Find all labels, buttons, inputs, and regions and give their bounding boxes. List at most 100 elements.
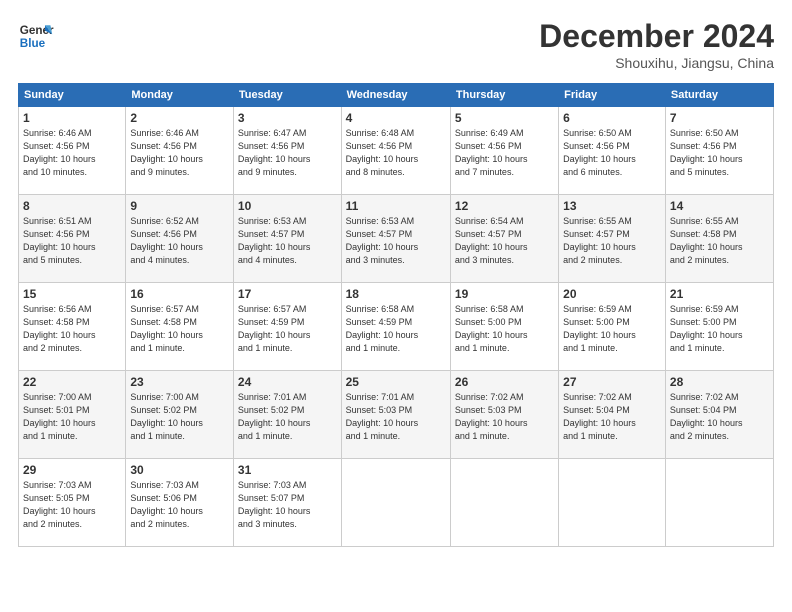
day-number: 30	[130, 463, 229, 477]
cell-w2-d3: 10 Sunrise: 6:53 AM Sunset: 4:57 PM Dayli…	[233, 195, 341, 283]
day-info: Sunrise: 6:54 AM Sunset: 4:57 PM Dayligh…	[455, 215, 554, 267]
calendar-body: 1 Sunrise: 6:46 AM Sunset: 4:56 PM Daylig…	[19, 107, 774, 547]
day-info: Sunrise: 6:53 AM Sunset: 4:57 PM Dayligh…	[346, 215, 446, 267]
day-number: 18	[346, 287, 446, 301]
day-info: Sunrise: 6:51 AM Sunset: 4:56 PM Dayligh…	[23, 215, 121, 267]
day-number: 23	[130, 375, 229, 389]
cell-w4-d6: 27 Sunrise: 7:02 AM Sunset: 5:04 PM Dayli…	[559, 371, 666, 459]
cell-w3-d4: 18 Sunrise: 6:58 AM Sunset: 4:59 PM Dayli…	[341, 283, 450, 371]
day-info: Sunrise: 6:59 AM Sunset: 5:00 PM Dayligh…	[563, 303, 661, 355]
month-title: December 2024	[539, 18, 774, 55]
day-number: 17	[238, 287, 337, 301]
day-info: Sunrise: 7:00 AM Sunset: 5:02 PM Dayligh…	[130, 391, 229, 443]
day-number: 19	[455, 287, 554, 301]
week-row-1: 1 Sunrise: 6:46 AM Sunset: 4:56 PM Daylig…	[19, 107, 774, 195]
cell-w2-d4: 11 Sunrise: 6:53 AM Sunset: 4:57 PM Dayli…	[341, 195, 450, 283]
cell-w5-d7	[665, 459, 773, 547]
day-info: Sunrise: 7:03 AM Sunset: 5:06 PM Dayligh…	[130, 479, 229, 531]
cell-w5-d5	[450, 459, 558, 547]
cell-w1-d1: 1 Sunrise: 6:46 AM Sunset: 4:56 PM Daylig…	[19, 107, 126, 195]
cell-w1-d3: 3 Sunrise: 6:47 AM Sunset: 4:56 PM Daylig…	[233, 107, 341, 195]
day-number: 29	[23, 463, 121, 477]
day-info: Sunrise: 6:59 AM Sunset: 5:00 PM Dayligh…	[670, 303, 769, 355]
day-info: Sunrise: 7:02 AM Sunset: 5:04 PM Dayligh…	[670, 391, 769, 443]
day-info: Sunrise: 6:58 AM Sunset: 5:00 PM Dayligh…	[455, 303, 554, 355]
day-number: 11	[346, 199, 446, 213]
logo-icon: General Blue	[18, 18, 54, 54]
week-row-3: 15Sunrise: 6:56 AM Sunset: 4:58 PM Dayli…	[19, 283, 774, 371]
day-number: 2	[130, 111, 229, 125]
header-sunday: Sunday	[19, 84, 126, 107]
day-number: 26	[455, 375, 554, 389]
day-info: Sunrise: 6:57 AM Sunset: 4:58 PM Dayligh…	[130, 303, 229, 355]
cell-w5-d1: 29 Sunrise: 7:03 AM Sunset: 5:05 PM Dayli…	[19, 459, 126, 547]
day-info: Sunrise: 6:49 AM Sunset: 4:56 PM Dayligh…	[455, 127, 554, 179]
day-info: Sunrise: 6:50 AM Sunset: 4:56 PM Dayligh…	[563, 127, 661, 179]
day-number: 8	[23, 199, 121, 213]
day-number: 25	[346, 375, 446, 389]
day-info: Sunrise: 6:58 AM Sunset: 4:59 PM Dayligh…	[346, 303, 446, 355]
day-number: 14	[670, 199, 769, 213]
cell-w3-d2: 16 Sunrise: 6:57 AM Sunset: 4:58 PM Dayli…	[126, 283, 234, 371]
day-info: Sunrise: 6:53 AM Sunset: 4:57 PM Dayligh…	[238, 215, 337, 267]
day-info: Sunrise: 6:50 AM Sunset: 4:56 PM Dayligh…	[670, 127, 769, 179]
week-row-4: 22Sunrise: 7:00 AM Sunset: 5:01 PM Dayli…	[19, 371, 774, 459]
cell-w3-d5: 19 Sunrise: 6:58 AM Sunset: 5:00 PM Dayli…	[450, 283, 558, 371]
calendar-page: General Blue December 2024 Shouxihu, Jia…	[0, 0, 792, 557]
day-number: 20	[563, 287, 661, 301]
cell-w3-d7: 21 Sunrise: 6:59 AM Sunset: 5:00 PM Dayli…	[665, 283, 773, 371]
day-info: Sunrise: 6:48 AM Sunset: 4:56 PM Dayligh…	[346, 127, 446, 179]
svg-text:Blue: Blue	[20, 37, 46, 50]
header-thursday: Thursday	[450, 84, 558, 107]
day-number: 10	[238, 199, 337, 213]
cell-w3-d1: 15Sunrise: 6:56 AM Sunset: 4:58 PM Dayli…	[19, 283, 126, 371]
day-number: 4	[346, 111, 446, 125]
cell-w4-d4: 25Sunrise: 7:01 AM Sunset: 5:03 PM Dayli…	[341, 371, 450, 459]
cell-w4-d5: 26 Sunrise: 7:02 AM Sunset: 5:03 PM Dayli…	[450, 371, 558, 459]
cell-w1-d2: 2 Sunrise: 6:46 AM Sunset: 4:56 PM Daylig…	[126, 107, 234, 195]
cell-w2-d7: 14Sunrise: 6:55 AM Sunset: 4:58 PM Dayli…	[665, 195, 773, 283]
cell-w5-d2: 30 Sunrise: 7:03 AM Sunset: 5:06 PM Dayli…	[126, 459, 234, 547]
header-tuesday: Tuesday	[233, 84, 341, 107]
day-info: Sunrise: 7:02 AM Sunset: 5:03 PM Dayligh…	[455, 391, 554, 443]
day-number: 3	[238, 111, 337, 125]
cell-w2-d1: 8 Sunrise: 6:51 AM Sunset: 4:56 PM Daylig…	[19, 195, 126, 283]
cell-w4-d2: 23 Sunrise: 7:00 AM Sunset: 5:02 PM Dayli…	[126, 371, 234, 459]
cell-w1-d5: 5Sunrise: 6:49 AM Sunset: 4:56 PM Daylig…	[450, 107, 558, 195]
day-number: 27	[563, 375, 661, 389]
week-row-5: 29 Sunrise: 7:03 AM Sunset: 5:05 PM Dayli…	[19, 459, 774, 547]
cell-w1-d6: 6 Sunrise: 6:50 AM Sunset: 4:56 PM Daylig…	[559, 107, 666, 195]
cell-w2-d6: 13 Sunrise: 6:55 AM Sunset: 4:57 PM Dayli…	[559, 195, 666, 283]
cell-w3-d6: 20 Sunrise: 6:59 AM Sunset: 5:00 PM Dayli…	[559, 283, 666, 371]
day-number: 9	[130, 199, 229, 213]
day-number: 28	[670, 375, 769, 389]
day-info: Sunrise: 6:46 AM Sunset: 4:56 PM Dayligh…	[130, 127, 229, 179]
title-block: December 2024 Shouxihu, Jiangsu, China	[539, 18, 774, 71]
day-number: 6	[563, 111, 661, 125]
day-info: Sunrise: 6:52 AM Sunset: 4:56 PM Dayligh…	[130, 215, 229, 267]
cell-w4-d7: 28 Sunrise: 7:02 AM Sunset: 5:04 PM Dayli…	[665, 371, 773, 459]
logo: General Blue	[18, 18, 54, 54]
day-info: Sunrise: 6:46 AM Sunset: 4:56 PM Dayligh…	[23, 127, 121, 179]
day-number: 21	[670, 287, 769, 301]
day-info: Sunrise: 6:55 AM Sunset: 4:57 PM Dayligh…	[563, 215, 661, 267]
day-info: Sunrise: 6:56 AM Sunset: 4:58 PM Dayligh…	[23, 303, 121, 355]
cell-w4-d1: 22Sunrise: 7:00 AM Sunset: 5:01 PM Dayli…	[19, 371, 126, 459]
day-info: Sunrise: 6:47 AM Sunset: 4:56 PM Dayligh…	[238, 127, 337, 179]
day-info: Sunrise: 7:01 AM Sunset: 5:02 PM Dayligh…	[238, 391, 337, 443]
header-monday: Monday	[126, 84, 234, 107]
calendar-table: Sunday Monday Tuesday Wednesday Thursday…	[18, 83, 774, 547]
day-number: 24	[238, 375, 337, 389]
day-info: Sunrise: 7:02 AM Sunset: 5:04 PM Dayligh…	[563, 391, 661, 443]
day-number: 1	[23, 111, 121, 125]
cell-w1-d7: 7Sunrise: 6:50 AM Sunset: 4:56 PM Daylig…	[665, 107, 773, 195]
day-number: 16	[130, 287, 229, 301]
cell-w5-d6	[559, 459, 666, 547]
day-number: 13	[563, 199, 661, 213]
cell-w4-d3: 24 Sunrise: 7:01 AM Sunset: 5:02 PM Dayli…	[233, 371, 341, 459]
day-number: 22	[23, 375, 121, 389]
cell-w5-d4	[341, 459, 450, 547]
day-info: Sunrise: 7:03 AM Sunset: 5:05 PM Dayligh…	[23, 479, 121, 531]
cell-w2-d2: 9 Sunrise: 6:52 AM Sunset: 4:56 PM Daylig…	[126, 195, 234, 283]
cell-w1-d4: 4 Sunrise: 6:48 AM Sunset: 4:56 PM Daylig…	[341, 107, 450, 195]
